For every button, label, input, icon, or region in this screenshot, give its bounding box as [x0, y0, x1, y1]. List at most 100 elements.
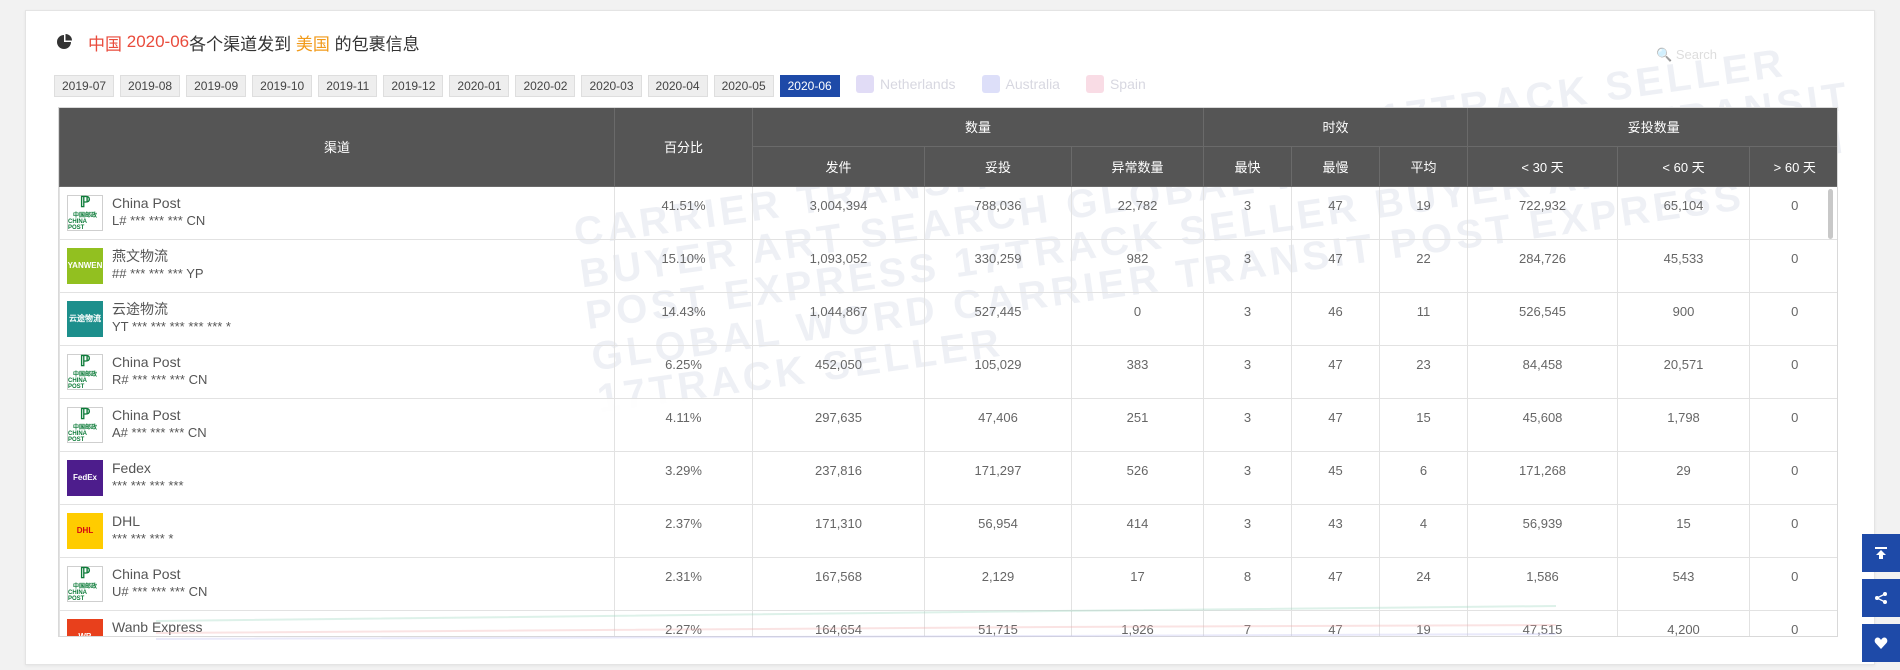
ghost-line-chart: [156, 605, 1556, 640]
carrier-name[interactable]: China Post: [112, 354, 207, 371]
month-tab[interactable]: 2020-02: [515, 75, 576, 97]
month-tab[interactable]: 2020-06: [779, 75, 840, 97]
carrier-name[interactable]: Fedex: [112, 460, 184, 477]
channel-cell: ℙ 中国邮政 CHINA POST China Post L# *** *** *** …: [59, 186, 615, 240]
header-delivered[interactable]: 妥投: [924, 146, 1072, 187]
month-tab[interactable]: 2020-05: [713, 75, 774, 97]
table-row[interactable]: 云途物流 云途物流 YT *** *** *** *** *** * 14.43% 1,…: [59, 292, 1837, 346]
ghost-legend-item: Spain: [1085, 75, 1146, 93]
title-destination: 美国: [295, 34, 330, 54]
abnormal-cell: 0: [1070, 292, 1204, 346]
carrier-name[interactable]: China Post: [112, 195, 205, 212]
tracking-format: A# *** *** *** CN: [112, 424, 207, 440]
logo-text: 中国邮政: [72, 424, 97, 431]
month-tab[interactable]: 2019-12: [383, 75, 444, 97]
header-slowest[interactable]: 最慢: [1291, 146, 1380, 187]
fastest-cell: 3: [1203, 398, 1292, 452]
carrier-logo: ℙ 中国邮政 CHINA POST: [67, 565, 103, 602]
carrier-name[interactable]: 燕文物流: [112, 248, 204, 265]
header-delivered-count: 妥投数量: [1467, 108, 1837, 147]
tracking-format: R# *** *** *** CN: [112, 371, 208, 387]
fastest-cell: 3: [1203, 451, 1292, 505]
average-cell: 6: [1379, 451, 1468, 505]
lt60-cell: 4,200: [1617, 610, 1750, 636]
tracking-format: *** *** *** ***: [112, 477, 184, 493]
title-middle: 各个渠道发到: [189, 34, 292, 54]
table-row[interactable]: ℙ 中国邮政 CHINA POST China Post A# *** *** *** …: [59, 398, 1837, 452]
slowest-cell: 46: [1291, 292, 1380, 346]
percent-cell: 41.51%: [614, 186, 753, 240]
header-abnormal[interactable]: 异常数量: [1070, 146, 1204, 187]
sent-cell: 3,004,394: [752, 186, 925, 240]
fastest-cell: 3: [1203, 239, 1292, 293]
carrier-logo: YANWEN: [67, 247, 103, 284]
table-row[interactable]: FedEx Fedex *** *** *** *** 3.29% 237,816 171…: [59, 451, 1837, 505]
month-tab[interactable]: 2019-08: [120, 75, 181, 97]
header-lt30[interactable]: < 30 天: [1467, 146, 1618, 187]
slowest-cell: 45: [1291, 451, 1380, 505]
carrier-name[interactable]: DHL: [112, 513, 173, 530]
abnormal-cell: 251: [1070, 398, 1204, 452]
lt30-cell: 84,458: [1467, 345, 1618, 399]
channel-cell: DHL DHL *** *** *** *: [59, 504, 615, 558]
page-title: 中国 2020-06 各个渠道发到 美国 的包裹信息: [56, 29, 420, 55]
lt60-cell: 900: [1617, 292, 1750, 346]
channel-cell: YANWEN 燕文物流 ## *** *** *** YP: [59, 239, 615, 293]
sent-cell: 297,635: [752, 398, 925, 452]
percent-cell: 2.37%: [614, 504, 753, 558]
carrier-name[interactable]: China Post: [112, 407, 207, 424]
header-gt60[interactable]: > 60 天: [1749, 146, 1837, 187]
month-tab[interactable]: 2020-04: [647, 75, 708, 97]
carrier-logo: ℙ 中国邮政 CHINA POST: [67, 194, 103, 231]
month-tab[interactable]: 2019-10: [252, 75, 313, 97]
table-row[interactable]: ℙ 中国邮政 CHINA POST China Post R# *** *** *** …: [59, 345, 1837, 399]
percent-cell: 6.25%: [614, 345, 753, 399]
search-input[interactable]: 🔍 Search: [1656, 47, 1856, 71]
average-cell: 22: [1379, 239, 1468, 293]
abnormal-cell: 982: [1070, 239, 1204, 293]
header-fastest[interactable]: 最快: [1203, 146, 1292, 187]
channel-table: 渠道 百分比 数量 时效 妥投数量 发件 妥投 异常数量 最快 最慢 平均 < …: [59, 108, 1837, 636]
table-scrollbar[interactable]: [1828, 189, 1833, 239]
back-to-top-button[interactable]: [1862, 534, 1900, 572]
header-average[interactable]: 平均: [1379, 146, 1468, 187]
average-cell: 23: [1379, 345, 1468, 399]
slowest-cell: 47: [1291, 239, 1380, 293]
tracking-format: *** *** *** *: [112, 530, 174, 546]
header-sent[interactable]: 发件: [752, 146, 925, 187]
month-tab[interactable]: 2020-03: [581, 75, 642, 97]
header-channel: 渠道: [59, 108, 615, 187]
title-suffix: 的包裹信息: [334, 34, 420, 54]
table-row[interactable]: DHL DHL *** *** *** * 2.37% 171,310 56,954 414…: [59, 504, 1837, 558]
channel-cell: ℙ 中国邮政 CHINA POST China Post A# *** *** *** …: [59, 398, 615, 452]
gt60-cell: 0: [1749, 610, 1837, 636]
share-button[interactable]: [1862, 579, 1900, 617]
percent-cell: 3.29%: [614, 451, 753, 505]
channel-cell: FedEx Fedex *** *** *** ***: [59, 451, 615, 505]
delivered-cell: 47,406: [924, 398, 1072, 452]
average-cell: 4: [1379, 504, 1468, 558]
title-origin: 中国: [88, 34, 122, 54]
carrier-name[interactable]: 云途物流: [112, 301, 231, 318]
delivered-cell: 330,259: [924, 239, 1072, 293]
header-lt60[interactable]: < 60 天: [1617, 146, 1750, 187]
lt60-cell: 29: [1617, 451, 1750, 505]
table-row[interactable]: YANWEN 燕文物流 ## *** *** *** YP 15.10% 1,093,0…: [59, 239, 1837, 293]
carrier-logo: ℙ 中国邮政 CHINA POST: [67, 353, 103, 390]
average-cell: 19: [1379, 186, 1468, 240]
month-tab[interactable]: 2019-09: [186, 75, 247, 97]
favorite-button[interactable]: [1862, 624, 1900, 662]
month-tab[interactable]: 2019-11: [318, 75, 378, 97]
percent-cell: 4.11%: [614, 398, 753, 452]
pie-chart-icon: [57, 34, 72, 49]
month-tab[interactable]: 2019-07: [54, 75, 115, 97]
logo-text: 中国邮政: [72, 371, 97, 378]
sent-cell: 1,093,052: [752, 239, 925, 293]
gt60-cell: 0: [1749, 345, 1837, 399]
gt60-cell: 0: [1749, 398, 1837, 452]
logo-text: CHINA POST: [68, 589, 87, 602]
delivered-cell: 527,445: [924, 292, 1072, 346]
logo-text: 中国邮政: [72, 212, 97, 219]
month-tab[interactable]: 2020-01: [449, 75, 510, 97]
table-row[interactable]: ℙ 中国邮政 CHINA POST China Post L# *** *** *** …: [59, 186, 1837, 240]
